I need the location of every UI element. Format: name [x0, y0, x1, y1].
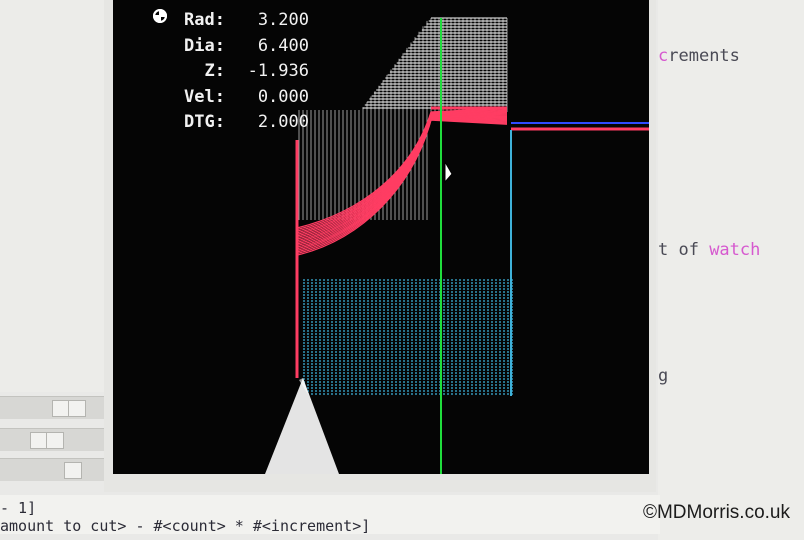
mdi-console[interactable]: - 1] amount to cut> - #<count> * #<incre…	[0, 495, 660, 535]
help-line-1: crements	[658, 46, 740, 66]
toolpath-preview[interactable]: Rad: 3.200 Dia: 6.400 Z: -1.936 Vel: 0.0…	[113, 0, 649, 474]
dro-row-dia: Dia: 6.400	[149, 34, 309, 60]
console-line-1: - 1]	[0, 499, 37, 517]
vel-value: 0.000	[257, 86, 309, 107]
dia-label: Dia:	[184, 35, 225, 56]
cutting-tool	[265, 378, 339, 474]
digital-readout: Rad: 3.200 Dia: 6.400 Z: -1.936 Vel: 0.0…	[149, 8, 309, 136]
homed-icon	[153, 9, 167, 23]
z-value: -1.936	[247, 61, 309, 81]
help-text: t of	[658, 240, 710, 260]
help-line-3: g	[658, 366, 669, 386]
help-text: rements	[668, 46, 740, 66]
watermark: ©MDMorris.co.uk	[642, 502, 790, 523]
help-keyword: watch	[709, 240, 761, 260]
dro-row-rad: Rad: 3.200	[149, 8, 309, 34]
help-line-2: t of watch	[658, 240, 760, 260]
mouse-cursor	[444, 160, 453, 184]
gcode-help-panel: crements t of watch g	[658, 0, 804, 540]
rad-value: 3.200	[257, 10, 309, 30]
slider-thumb[interactable]	[46, 432, 64, 449]
dtg-label: DTG:	[184, 112, 225, 132]
dro-row-vel: Vel: 0.000	[149, 85, 309, 111]
help-keyword: c	[658, 46, 669, 66]
feed-slider[interactable]	[0, 428, 104, 451]
slider-thumb[interactable]	[64, 462, 82, 479]
dro-row-dtg: DTG: 2.000	[149, 110, 309, 136]
dro-row-z: Z: -1.936	[149, 9, 309, 85]
jog-slider[interactable]	[0, 396, 104, 419]
console-line-2: amount to cut> - #<count> * #<increment>…	[0, 517, 371, 535]
slider-thumb[interactable]	[68, 400, 86, 417]
dtg-value: 2.000	[257, 112, 309, 132]
left-panel	[0, 0, 106, 392]
z-label: Z:	[204, 61, 225, 81]
dia-value: 6.400	[257, 35, 309, 56]
spindle-slider[interactable]	[0, 458, 104, 481]
vel-label: Vel:	[184, 86, 225, 107]
